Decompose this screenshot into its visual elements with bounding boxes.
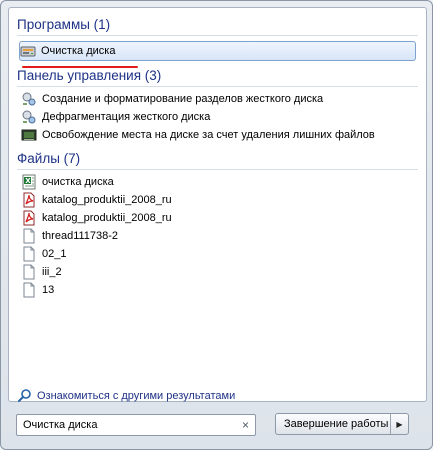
result-item-disk-cleanup-program[interactable]: Очистка диска: [19, 41, 416, 61]
file-item-pdf[interactable]: katalog_produktii_2008_ru: [21, 191, 414, 209]
group-header-programs[interactable]: Программы (1): [17, 17, 110, 32]
result-item-label: Создание и форматирование разделов жестк…: [42, 93, 324, 105]
blank-document-icon: [21, 264, 37, 280]
result-item-label: 02_1: [42, 248, 67, 260]
result-item-label: 13: [42, 284, 55, 296]
shutdown-button[interactable]: Завершение работы ▶: [275, 413, 409, 435]
result-item-label: katalog_produktii_2008_ru: [42, 212, 172, 224]
control-panel-tool-icon: [21, 109, 37, 125]
file-item-generic[interactable]: iii_2: [21, 263, 414, 281]
result-item-label: очистка диска: [42, 176, 114, 188]
blank-document-icon: [21, 228, 37, 244]
pdf-document-icon: [21, 210, 37, 226]
result-item-label: katalog_produktii_2008_ru: [42, 194, 172, 206]
pdf-document-icon: [21, 192, 37, 208]
result-item-partition-tool[interactable]: Создание и форматирование разделов жестк…: [21, 90, 414, 108]
file-item-generic[interactable]: 02_1: [21, 245, 414, 263]
group-header-files[interactable]: Файлы (7): [17, 151, 80, 166]
search-input[interactable]: [17, 416, 235, 434]
group-divider: [17, 86, 418, 87]
result-item-free-disk-space[interactable]: Освобождение места на диске за счет удал…: [21, 126, 414, 144]
search-box[interactable]: ×: [16, 414, 256, 436]
result-item-label: Дефрагментация жесткого диска: [42, 111, 211, 123]
file-item-generic[interactable]: 13: [21, 281, 414, 299]
shutdown-options-arrow-icon[interactable]: ▶: [391, 420, 408, 429]
control-panel-tool-icon: [21, 91, 37, 107]
svg-text:X: X: [25, 177, 31, 185]
file-item-pdf[interactable]: katalog_produktii_2008_ru: [21, 209, 414, 227]
result-item-label: thread111738-2: [42, 230, 119, 242]
search-icon: [17, 388, 33, 404]
search-results-pane: Программы (1) Очистка диска Панель управ…: [8, 7, 427, 402]
result-item-defragment-tool[interactable]: Дефрагментация жесткого диска: [21, 108, 414, 126]
result-item-label: Очистка диска: [41, 45, 116, 57]
shutdown-label: Завершение работы: [284, 418, 389, 430]
excel-document-icon: X: [21, 174, 37, 190]
blank-document-icon: [21, 246, 37, 262]
blank-document-icon: [21, 282, 37, 298]
result-item-label: iii_2: [42, 266, 62, 278]
result-item-label: Освобождение места на диске за счет удал…: [42, 129, 375, 141]
see-more-results-link[interactable]: Ознакомиться с другими результатами: [17, 388, 235, 404]
group-header-control-panel[interactable]: Панель управления (3): [17, 68, 161, 83]
disk-cleanup-icon: [21, 127, 37, 143]
disk-cleanup-icon: [20, 43, 36, 59]
file-item-generic[interactable]: thread111738-2: [21, 227, 414, 245]
clear-search-icon[interactable]: ×: [242, 418, 249, 432]
group-divider: [17, 169, 418, 170]
see-more-results-label: Ознакомиться с другими результатами: [37, 390, 236, 402]
start-menu: Программы (1) Очистка диска Панель управ…: [0, 0, 433, 450]
group-divider: [17, 35, 418, 36]
file-item-excel[interactable]: X очистка диска: [21, 173, 414, 191]
